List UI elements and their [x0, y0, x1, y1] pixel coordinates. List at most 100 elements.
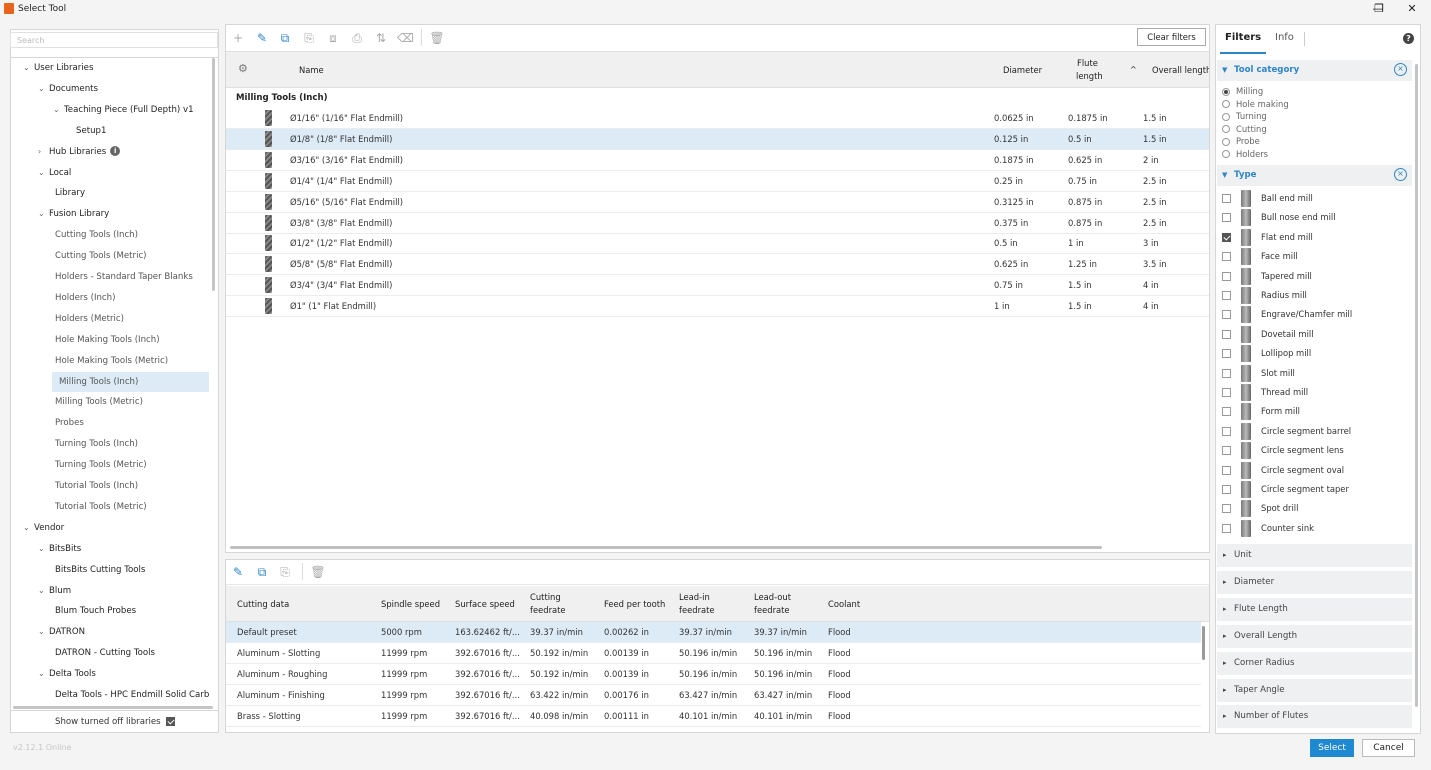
- paste-tool-icon[interactable]: ⎘: [301, 30, 317, 46]
- clear-filters-button[interactable]: Clear filters: [1137, 28, 1206, 46]
- chevron-down-icon[interactable]: ⌄: [38, 79, 49, 99]
- flute-length-header-line1[interactable]: Flute: [1077, 57, 1098, 69]
- category-option[interactable]: Hole making: [1222, 98, 1289, 110]
- lead-out-header-line2[interactable]: feedrate: [754, 604, 790, 616]
- overall-length-column-header[interactable]: Overall length: [1152, 64, 1209, 76]
- tab-filters[interactable]: Filters: [1225, 32, 1261, 43]
- tree-horizontal-scrollbar[interactable]: [13, 706, 213, 709]
- category-option[interactable]: Holders: [1222, 148, 1268, 160]
- surface-speed-column-header[interactable]: Surface speed: [455, 598, 515, 610]
- type-option[interactable]: Thread mill: [1222, 383, 1402, 402]
- tree-item[interactable]: ⌄ Delta Tools: [11, 664, 211, 684]
- type-option[interactable]: Face mill: [1222, 247, 1402, 266]
- flute-length-header-line2[interactable]: length: [1076, 70, 1103, 82]
- filter-section-header[interactable]: ▸ Number of Flutes: [1217, 705, 1412, 729]
- filter-section-header[interactable]: ▸ Overall Length: [1217, 624, 1412, 648]
- tree-item[interactable]: Blum Touch Probes: [11, 601, 211, 621]
- spindle-speed-column-header[interactable]: Spindle speed: [381, 598, 440, 610]
- type-option[interactable]: Circle segment barrel: [1222, 422, 1402, 441]
- category-radio[interactable]: [1222, 150, 1230, 158]
- type-checkbox[interactable]: [1222, 310, 1231, 320]
- category-option[interactable]: Milling: [1222, 85, 1263, 97]
- restore-icon[interactable]: ❐: [1369, 1, 1389, 17]
- filter-section-header[interactable]: ▸ Unit: [1217, 544, 1412, 567]
- tree-item[interactable]: Milling Tools (Inch): [52, 371, 209, 392]
- category-radio[interactable]: [1222, 125, 1230, 133]
- chevron-down-icon[interactable]: ⌄: [38, 539, 49, 559]
- tree-item[interactable]: Library: [11, 183, 211, 203]
- table-row[interactable]: Ø1" (1" Flat Endmill) 1 in 1.5 in 4 in: [226, 296, 1209, 318]
- tree-item[interactable]: Holders (Inch): [11, 288, 211, 308]
- tree-item[interactable]: ⌄ Documents: [11, 79, 211, 99]
- tree-item[interactable]: Tutorial Tools (Metric): [11, 497, 211, 517]
- type-checkbox[interactable]: [1222, 523, 1231, 533]
- chevron-right-icon[interactable]: ›: [38, 142, 49, 162]
- delete-tool-icon[interactable]: 🗑: [429, 30, 445, 46]
- table-row[interactable]: Ø3/8" (3/8" Flat Endmill) 0.375 in 0.875 i…: [226, 213, 1209, 234]
- category-option[interactable]: Cutting: [1222, 123, 1267, 135]
- tree-item[interactable]: Turning Tools (Inch): [11, 434, 211, 454]
- table-row[interactable]: Ø3/16" (3/16" Flat Endmill) 0.1875 in 0.62…: [226, 150, 1209, 171]
- tree-item[interactable]: › Hub Libraries i: [11, 142, 211, 162]
- edit-tool-icon[interactable]: ✎: [254, 30, 270, 46]
- filter-section-header[interactable]: ▸ Flute Length: [1217, 597, 1412, 621]
- category-option[interactable]: Probe: [1222, 135, 1260, 147]
- type-checkbox[interactable]: [1222, 485, 1231, 494]
- type-option[interactable]: Engrave/Chamfer mill: [1222, 305, 1402, 324]
- lead-out-header-line1[interactable]: Lead-out: [754, 591, 791, 603]
- type-option[interactable]: Counter sink: [1222, 519, 1402, 538]
- type-section-header[interactable]: ▼ Type: [1217, 165, 1412, 186]
- lead-in-header-line2[interactable]: feedrate: [679, 604, 715, 616]
- column-settings-icon[interactable]: ⚙: [238, 63, 248, 75]
- filter-section-header[interactable]: ▸ Corner Radius: [1217, 651, 1412, 675]
- table-row[interactable]: Ø1/16" (1/16" Flat Endmill) 0.0625 in 0.18…: [226, 108, 1209, 129]
- info-icon[interactable]: i: [110, 146, 121, 157]
- feed-per-tooth-column-header[interactable]: Feed per tooth: [604, 598, 665, 610]
- type-checkbox[interactable]: [1222, 329, 1231, 339]
- tree-item[interactable]: BitsBits Cutting Tools: [11, 560, 211, 580]
- tool-category-section-header[interactable]: ▼ Tool category: [1217, 60, 1412, 81]
- tree-item[interactable]: Hole Making Tools (Metric): [11, 351, 211, 371]
- tree-item[interactable]: Setup1: [11, 121, 211, 141]
- close-button[interactable]: ✕: [1402, 1, 1422, 17]
- tree-item[interactable]: DATRON - Cutting Tools: [11, 643, 211, 663]
- filter-section-header[interactable]: ▸ Diameter: [1217, 570, 1412, 594]
- cutting-feedrate-header-line2[interactable]: feedrate: [530, 604, 566, 616]
- tree-item[interactable]: ⌄ Vendor: [11, 518, 211, 538]
- table-row[interactable]: Ø5/8" (5/8" Flat Endmill) 0.625 in 1.25 in…: [226, 254, 1209, 276]
- type-option[interactable]: Ball end mill: [1222, 189, 1402, 208]
- print-tool-icon[interactable]: ⎙: [349, 30, 365, 46]
- tree-item[interactable]: Cutting Tools (Metric): [11, 246, 211, 266]
- chevron-down-icon[interactable]: ⌄: [38, 622, 49, 642]
- type-checkbox[interactable]: [1222, 388, 1231, 397]
- type-option[interactable]: Dovetail mill: [1222, 325, 1402, 344]
- name-column-header[interactable]: Name: [299, 64, 324, 76]
- clear-category-icon[interactable]: ×: [1394, 63, 1407, 76]
- cutting-data-scrollbar[interactable]: [1202, 626, 1205, 660]
- table-row[interactable]: Ø1/8" (1/8" Flat Endmill) 0.125 in 0.5 in 1…: [226, 128, 1209, 150]
- tree-item[interactable]: ⌄ Blum: [11, 581, 211, 601]
- table-row[interactable]: Ø1/4" (1/4" Flat Endmill) 0.25 in 0.75 in 2…: [226, 171, 1209, 192]
- tool-table-horizontal-scrollbar[interactable]: [230, 546, 1102, 549]
- table-row[interactable]: Ø1/2" (1/2" Flat Endmill) 0.5 in 1 in 3 in: [226, 233, 1209, 255]
- type-option[interactable]: Spot drill: [1222, 499, 1402, 518]
- type-checkbox[interactable]: [1222, 194, 1231, 203]
- chevron-down-icon[interactable]: ⌄: [23, 518, 34, 538]
- table-row[interactable]: Ø3/4" (3/4" Flat Endmill) 0.75 in 1.5 in 4 …: [226, 275, 1209, 297]
- category-radio[interactable]: [1222, 100, 1230, 108]
- category-radio[interactable]: [1222, 87, 1230, 96]
- tree-scrollbar[interactable]: [212, 58, 215, 291]
- type-option[interactable]: Circle segment lens: [1222, 441, 1402, 460]
- show-turned-off-libraries[interactable]: Show turned off libraries: [10, 712, 219, 733]
- tree-item[interactable]: Tutorial Tools (Inch): [11, 476, 211, 496]
- table-row[interactable]: Aluminum - Finishing 11999 rpm 392.67016 f…: [226, 685, 1201, 706]
- cutting-data-column-header[interactable]: Cutting data: [237, 598, 289, 610]
- add-tool-icon[interactable]: +: [230, 30, 246, 46]
- help-icon[interactable]: ?: [1403, 33, 1414, 44]
- type-checkbox[interactable]: [1222, 446, 1231, 456]
- cancel-button[interactable]: Cancel: [1362, 739, 1415, 757]
- delete-preset-icon[interactable]: 🗑: [310, 564, 326, 580]
- category-radio[interactable]: [1222, 112, 1230, 121]
- type-option[interactable]: Lollipop mill: [1222, 344, 1402, 363]
- copy-preset-icon[interactable]: ⧉: [254, 564, 270, 580]
